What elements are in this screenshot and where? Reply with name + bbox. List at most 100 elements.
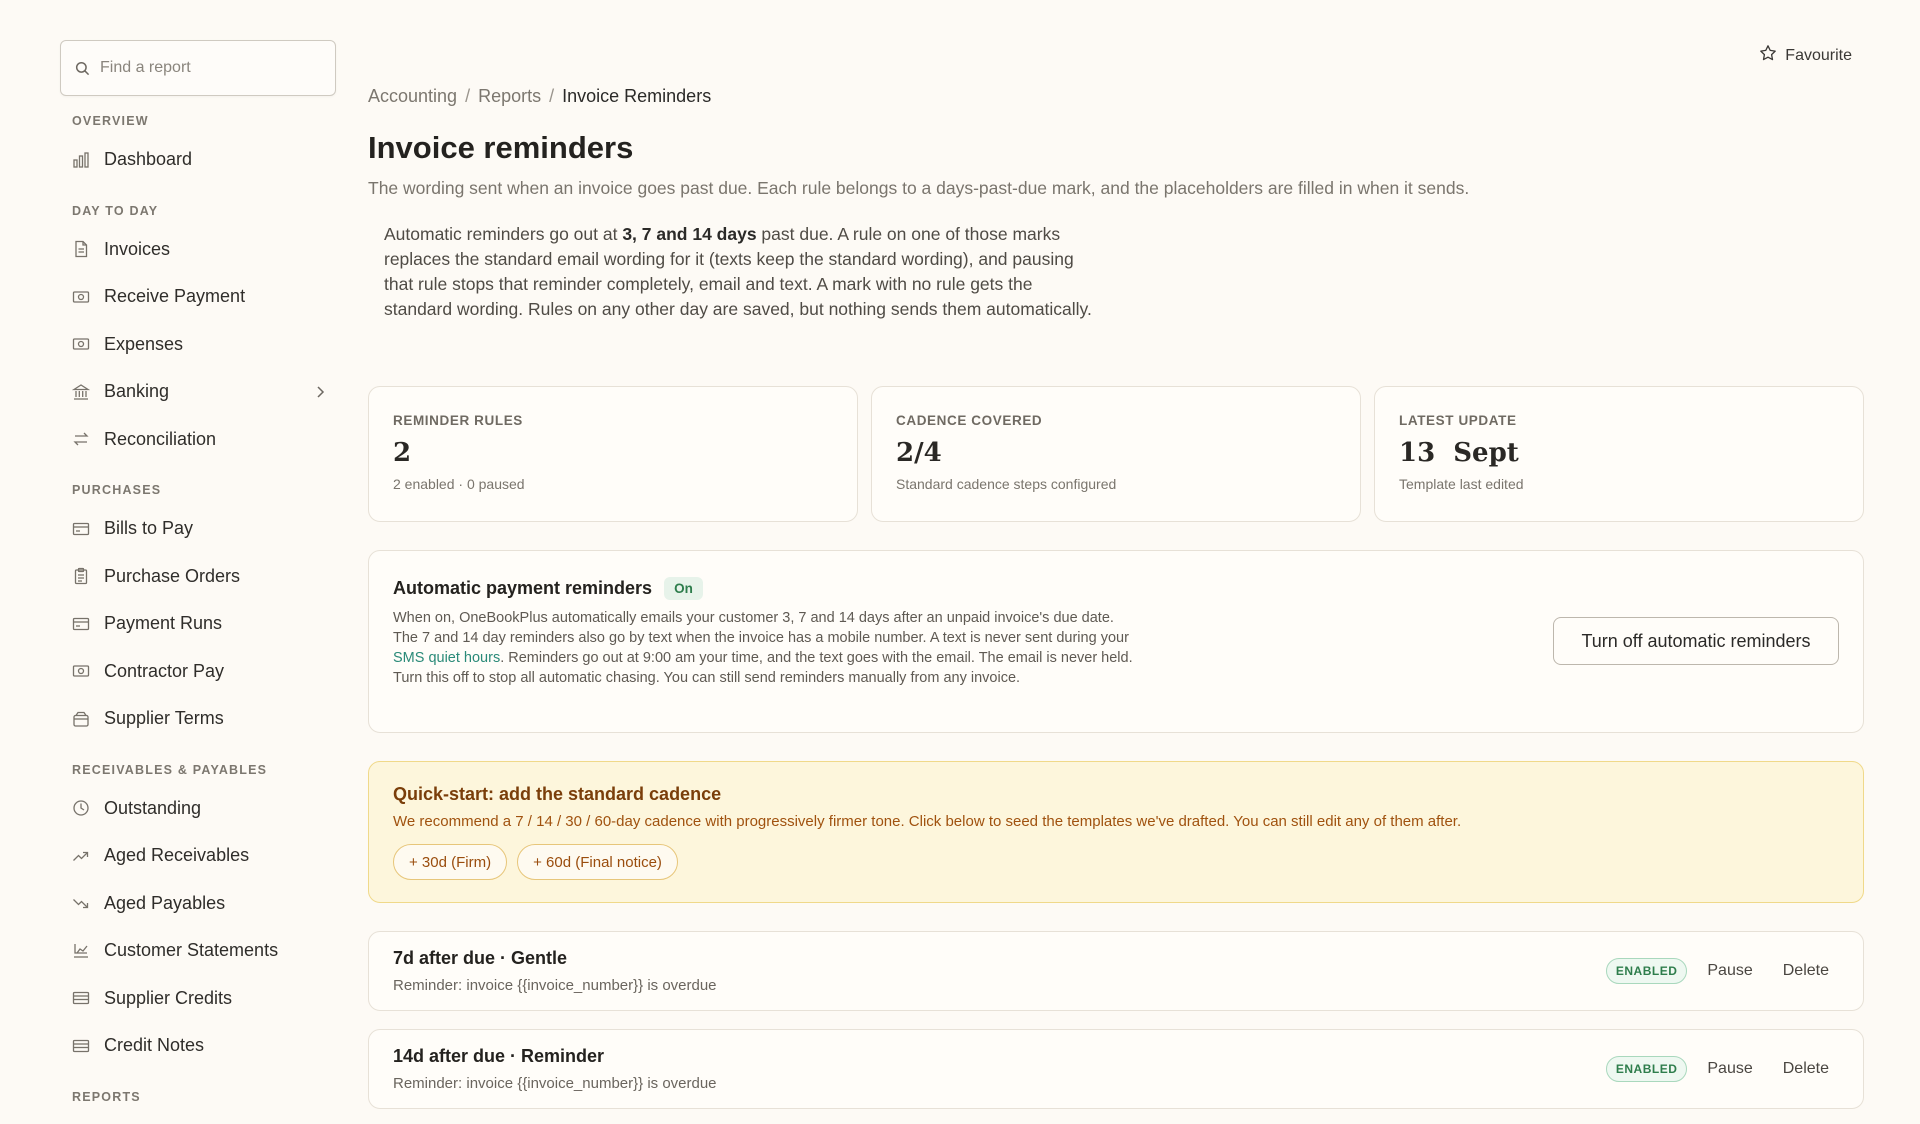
- card-icon: [72, 615, 90, 633]
- stat-value: 13 Sept: [1399, 438, 1519, 468]
- wallet-icon: [72, 710, 90, 728]
- sidebar-item-supplier-credits[interactable]: Supplier Credits: [60, 975, 336, 1023]
- search-icon: [75, 61, 90, 75]
- stat-label: Reminder rules: [393, 413, 523, 428]
- sidebar-item-aged-payables[interactable]: Aged Payables: [60, 880, 336, 928]
- sidebar-item-expenses[interactable]: Expenses: [60, 321, 336, 369]
- pause-button[interactable]: Pause: [1707, 962, 1752, 980]
- nav-section-day-to-day: Day to day: [72, 203, 159, 218]
- breadcrumb-separator: /: [549, 86, 555, 106]
- automatic-reminders-title: Automatic payment reminders: [393, 578, 653, 598]
- pause-button[interactable]: Pause: [1707, 1060, 1752, 1078]
- rule-actions: ENABLED Pause Delete: [1605, 958, 1829, 984]
- nav-section-receivables-payables: Receivables & Payables: [72, 762, 268, 777]
- sidebar-item-purchase-orders[interactable]: Purchase Orders: [60, 553, 336, 601]
- nav-section-purchases: Purchases: [72, 483, 162, 497]
- sidebar-item-receive-payment[interactable]: Receive Payment: [60, 273, 336, 321]
- chevron-right-icon[interactable]: [314, 383, 326, 404]
- sidebar-item-dashboard[interactable]: Dashboard: [60, 136, 336, 184]
- sidebar: Overview Dashboard Day to day Invoices R…: [0, 0, 336, 1124]
- breadcrumb: Accounting / Reports / Invoice Reminders: [368, 86, 711, 107]
- sidebar-item-banking[interactable]: Banking: [60, 368, 336, 416]
- star-icon: [1759, 44, 1777, 67]
- sidebar-item-label: Payment Runs: [104, 613, 223, 634]
- rule-actions: ENABLED Pause Delete: [1605, 1056, 1829, 1082]
- sidebar-item-label: Customer Statements: [104, 940, 279, 961]
- trend-down-icon: [72, 894, 90, 912]
- banknote-icon: [72, 662, 90, 680]
- document-icon: [72, 240, 90, 258]
- sidebar-item-label: Outstanding: [104, 797, 202, 818]
- sidebar-item-label: Credit Notes: [104, 1035, 205, 1056]
- stat-value: 2/4: [896, 438, 942, 468]
- stat-sub: Template last edited: [1399, 476, 1524, 492]
- stat-card-reminder-rules: Reminder rules 2 2 enabled · 0 paused: [368, 386, 858, 522]
- status-badge: ENABLED: [1605, 1056, 1688, 1082]
- intro-text: Automatic reminders go out at 3, 7 and 1…: [384, 222, 1104, 322]
- description-text: . Reminders go out at 9:00 am your time,…: [393, 650, 1133, 686]
- turn-off-reminders-button[interactable]: Turn off automatic reminders: [1553, 617, 1839, 665]
- quick-start-panel: Quick-start: add the standard cadence We…: [368, 761, 1864, 903]
- sidebar-item-aged-receivables[interactable]: Aged Receivables: [60, 832, 336, 880]
- stat-sub: 2 enabled · 0 paused: [393, 476, 525, 492]
- sidebar-item-label: Expenses: [104, 333, 184, 354]
- sidebar-item-contractor-pay[interactable]: Contractor Pay: [60, 648, 336, 696]
- statement-icon: [72, 942, 90, 960]
- sidebar-item-label: Aged Payables: [104, 892, 226, 913]
- card-icon: [72, 520, 90, 538]
- banknote-icon: [72, 288, 90, 306]
- favourite-button[interactable]: Favourite: [1759, 44, 1852, 67]
- delete-button[interactable]: Delete: [1783, 962, 1829, 980]
- description-text: When on, OneBookPlus automatically email…: [393, 610, 1129, 646]
- sidebar-item-label: Reconciliation: [104, 428, 217, 449]
- ledger-icon: [72, 1037, 90, 1055]
- automatic-reminders-description: When on, OneBookPlus automatically email…: [393, 608, 1133, 688]
- quick-start-title: Quick-start: add the standard cadence: [393, 784, 722, 804]
- sidebar-item-label: Purchase Orders: [104, 565, 241, 586]
- sidebar-item-payment-runs[interactable]: Payment Runs: [60, 600, 336, 648]
- search-box[interactable]: [60, 40, 336, 96]
- reminder-rule-row[interactable]: 14d after due · Reminder Reminder: invoi…: [368, 1029, 1864, 1109]
- sidebar-item-customer-statements[interactable]: Customer Statements: [60, 927, 336, 975]
- status-badge: ENABLED: [1605, 958, 1688, 984]
- stat-card-latest-update: Latest update 13 Sept Template last edit…: [1374, 386, 1864, 522]
- sidebar-item-bills-to-pay[interactable]: Bills to Pay: [60, 505, 336, 553]
- sidebar-item-reconciliation[interactable]: Reconciliation: [60, 416, 336, 464]
- bank-icon: [72, 383, 90, 401]
- automatic-reminders-panel: Automatic payment reminders On When on, …: [368, 550, 1864, 733]
- stat-card-cadence-covered: Cadence covered 2/4 Standard cadence ste…: [871, 386, 1361, 522]
- sidebar-item-credit-notes[interactable]: Credit Notes: [60, 1022, 336, 1070]
- quick-start-chips: + 30d (Firm) + 60d (Final notice): [393, 844, 1839, 880]
- bar-chart-icon: [72, 151, 90, 169]
- stat-value: 2: [393, 438, 412, 468]
- sidebar-item-label: Supplier Terms: [104, 708, 224, 729]
- sidebar-item-label: Aged Receivables: [104, 845, 250, 866]
- page-subtitle: The wording sent when an invoice goes pa…: [368, 178, 1470, 198]
- banknote-icon: [72, 335, 90, 353]
- breadcrumb-separator: /: [465, 86, 471, 106]
- add-30d-firm-button[interactable]: + 30d (Firm): [393, 844, 508, 880]
- intro-text-bold: 3, 7 and 14 days: [622, 224, 757, 244]
- intro-text-part: Automatic reminders go out at: [384, 224, 623, 244]
- stat-label: Cadence covered: [896, 413, 1043, 428]
- breadcrumb-reports[interactable]: Reports: [478, 86, 541, 106]
- delete-button[interactable]: Delete: [1783, 1060, 1829, 1078]
- reminder-rule-row[interactable]: 7d after due · Gentle Reminder: invoice …: [368, 931, 1864, 1011]
- sidebar-item-supplier-terms[interactable]: Supplier Terms: [60, 695, 336, 743]
- breadcrumb-current: Invoice Reminders: [562, 86, 712, 106]
- sidebar-item-label: Invoices: [104, 238, 171, 259]
- search-input[interactable]: [100, 59, 320, 77]
- clipboard-icon: [72, 567, 90, 585]
- trend-up-icon: [72, 847, 90, 865]
- favourite-label: Favourite: [1785, 46, 1852, 64]
- breadcrumb-accounting[interactable]: Accounting: [368, 86, 457, 106]
- quick-start-description: We recommend a 7 / 14 / 30 / 60-day cade…: [393, 813, 1462, 830]
- sidebar-item-label: Supplier Credits: [104, 987, 233, 1008]
- add-60d-final-notice-button[interactable]: + 60d (Final notice): [517, 844, 678, 880]
- sms-quiet-hours-link[interactable]: SMS quiet hours: [393, 650, 500, 666]
- sidebar-item-invoices[interactable]: Invoices: [60, 226, 336, 274]
- stat-sub: Standard cadence steps configured: [896, 476, 1117, 492]
- sidebar-item-label: Contractor Pay: [104, 660, 225, 681]
- sidebar-item-outstanding[interactable]: Outstanding: [60, 785, 336, 833]
- nav-section-reports: Reports: [72, 1089, 141, 1104]
